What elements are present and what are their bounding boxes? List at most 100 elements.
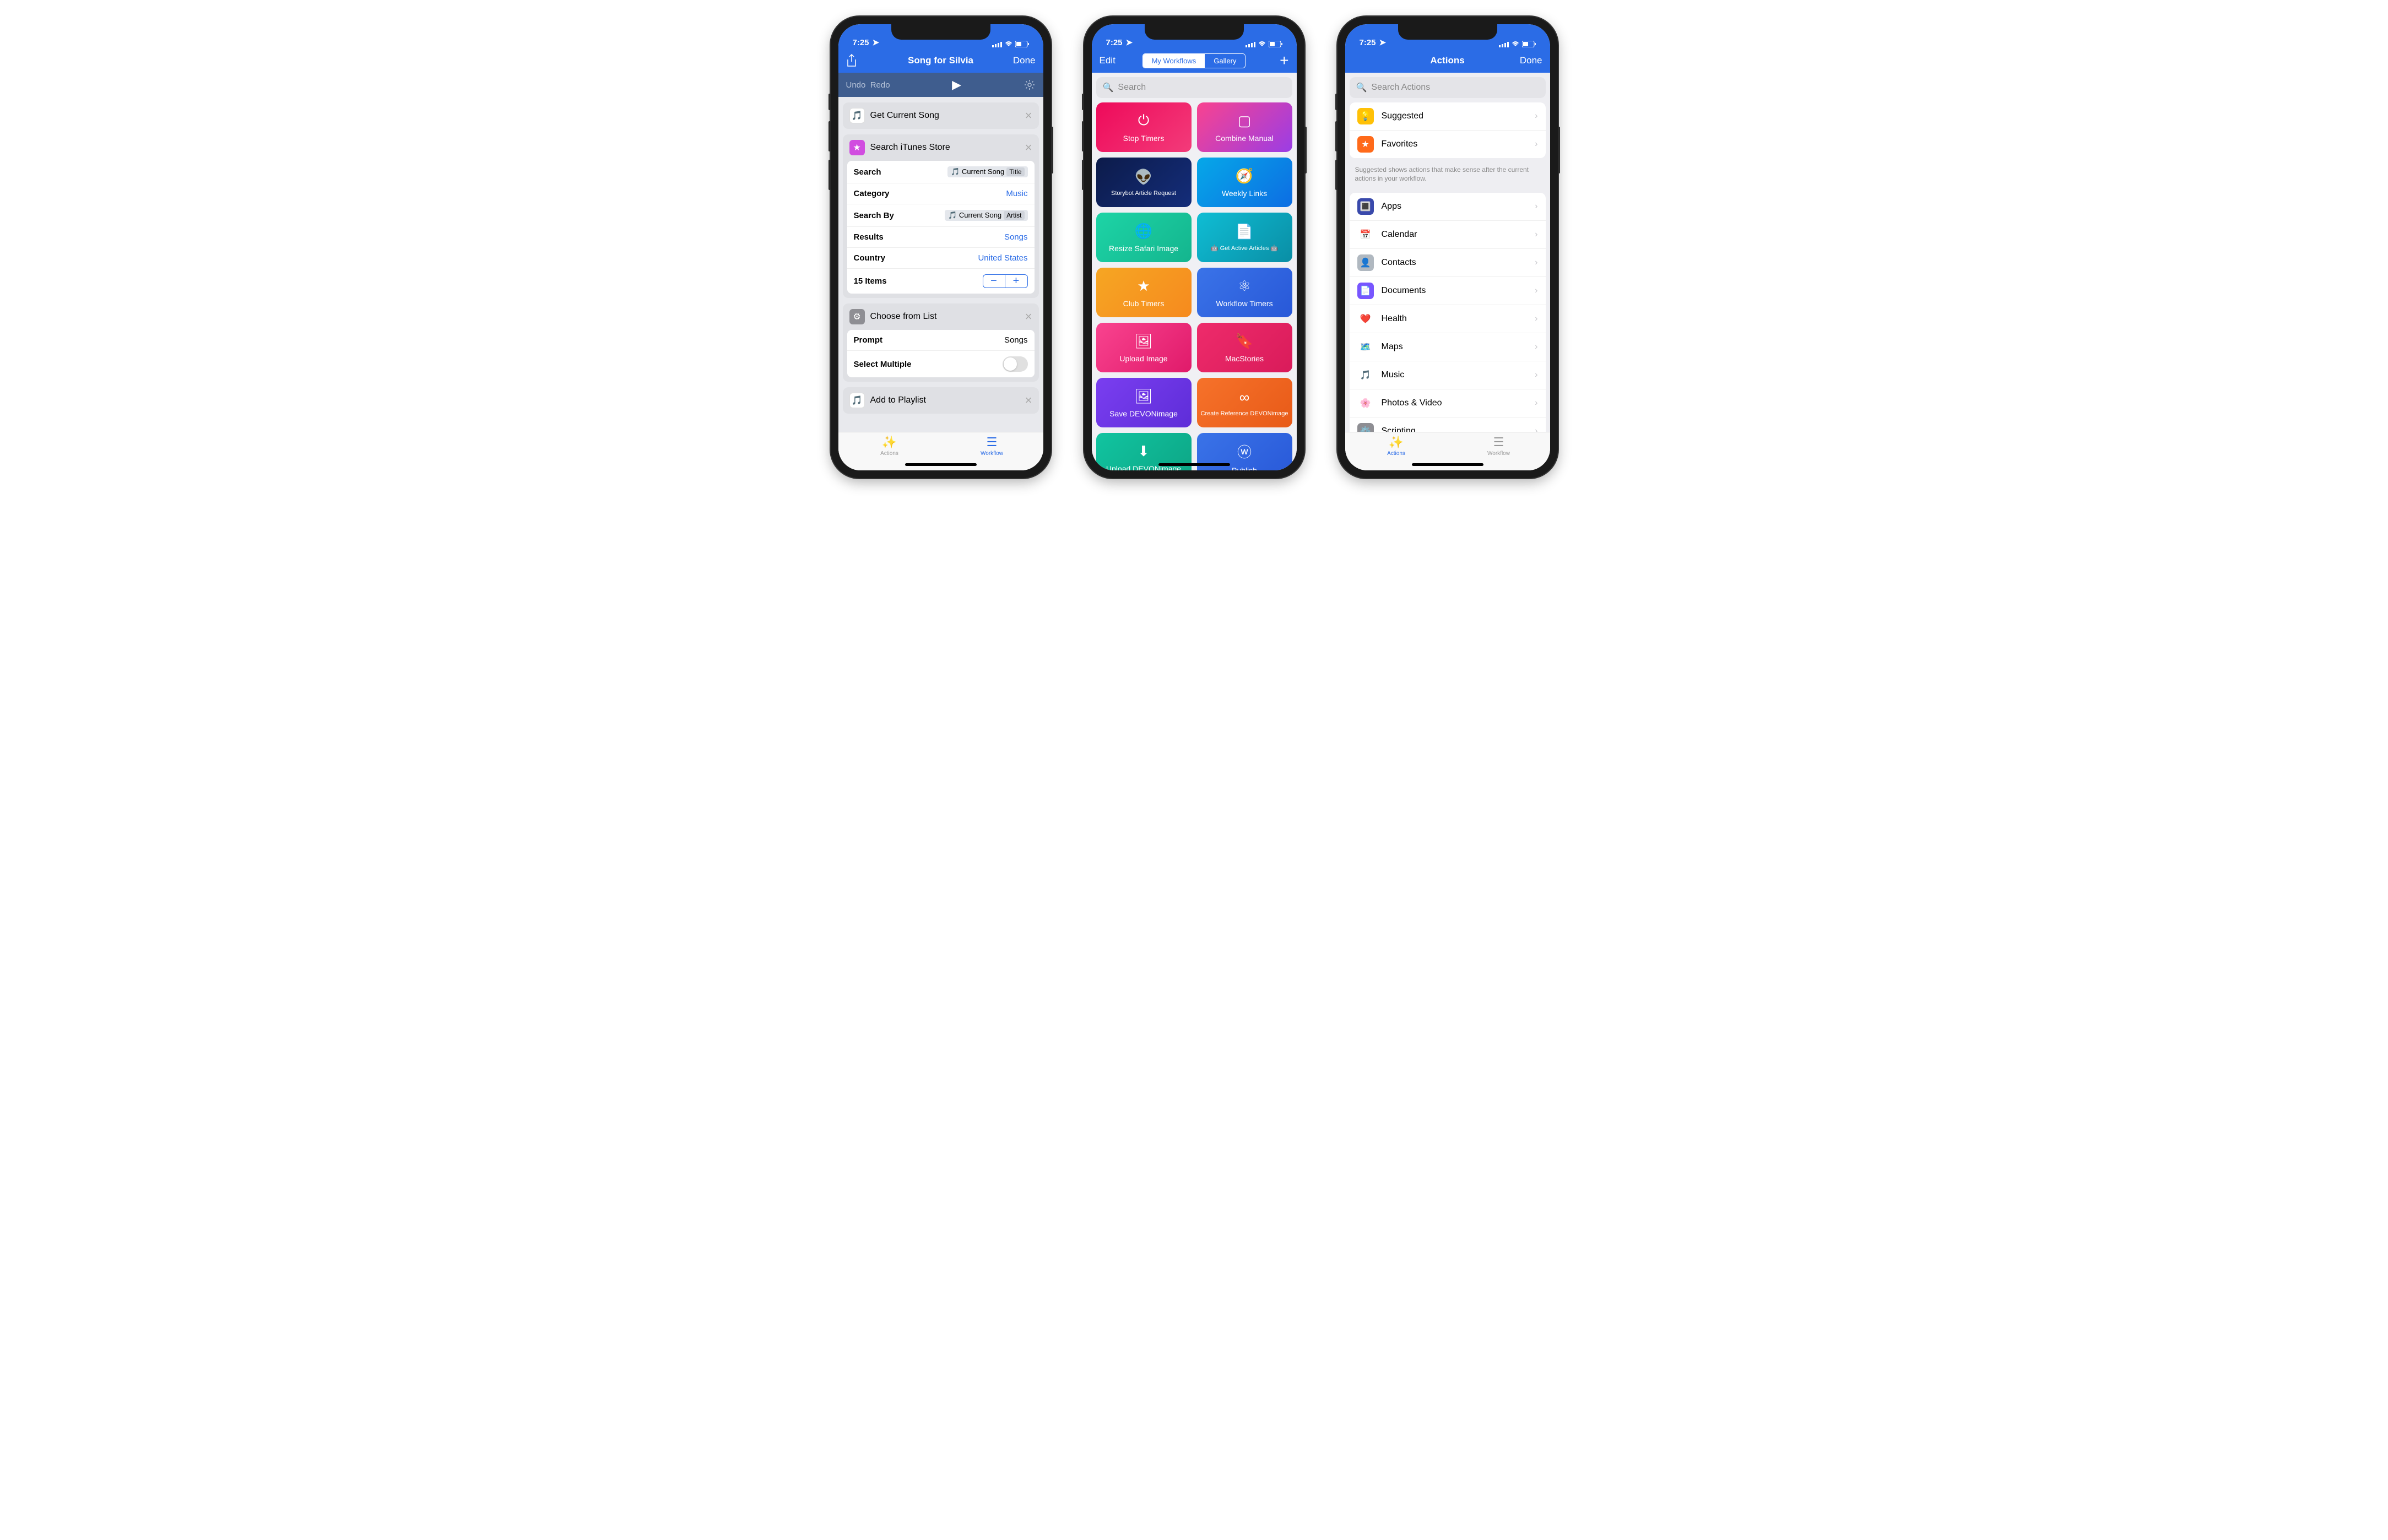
- search-input[interactable]: 🔍Search: [1096, 77, 1292, 98]
- tab-workflow[interactable]: ☰Workflow: [941, 432, 1043, 459]
- status-time: 7:25: [1106, 38, 1123, 47]
- status-time: 7:25: [1360, 38, 1376, 47]
- list-item[interactable]: ★Favorites›: [1350, 131, 1546, 158]
- action-row[interactable]: CategoryMusic: [847, 183, 1035, 204]
- action-row[interactable]: PromptSongs: [847, 330, 1035, 351]
- workflow-tile[interactable]: 🖼Save DEVONimage: [1096, 378, 1192, 427]
- workflow-tile[interactable]: 🖼Upload Image: [1096, 323, 1192, 372]
- row-label: Results: [854, 232, 884, 242]
- close-icon[interactable]: ×: [1025, 109, 1032, 123]
- nav-bar: Song for Silvia Done: [838, 48, 1043, 73]
- list-label: Scripting: [1382, 426, 1528, 432]
- chevron-right-icon: ›: [1535, 139, 1537, 149]
- segment-gallery[interactable]: Gallery: [1205, 54, 1245, 68]
- tile-label: MacStories: [1222, 354, 1267, 363]
- token[interactable]: 🎵 Current Song Artist: [945, 210, 1027, 221]
- tab-workflow[interactable]: ☰Workflow: [1448, 432, 1550, 459]
- undo-button[interactable]: Undo: [846, 80, 866, 90]
- location-icon: ➤: [873, 37, 880, 47]
- list-item[interactable]: 📄Documents›: [1350, 277, 1546, 305]
- chevron-right-icon: ›: [1535, 286, 1537, 296]
- workflow-tile[interactable]: ⏻Stop Timers: [1096, 102, 1192, 152]
- workflow-tile[interactable]: ▢ Combine Manual: [1197, 102, 1292, 152]
- star-icon: ★: [1137, 278, 1150, 295]
- close-icon[interactable]: ×: [1025, 393, 1032, 408]
- toggle-switch[interactable]: [1003, 356, 1028, 372]
- chevron-right-icon: ›: [1535, 202, 1537, 212]
- close-icon[interactable]: ×: [1025, 310, 1032, 324]
- action-row[interactable]: Search By🎵 Current Song Artist: [847, 204, 1035, 227]
- workflow-tile[interactable]: 📄🤖 Get Active Articles 🤖: [1197, 213, 1292, 262]
- action-row[interactable]: Results Songs: [847, 227, 1035, 248]
- category-icon: 🌸: [1357, 395, 1374, 411]
- segment-my-workflows[interactable]: My Workflows: [1143, 54, 1205, 68]
- row-value[interactable]: United States: [978, 253, 1027, 263]
- tile-label: Combine Manual: [1212, 134, 1277, 143]
- list-item[interactable]: 🌸Photos & Video›: [1350, 389, 1546, 417]
- list-item[interactable]: ⚙️Scripting›: [1350, 417, 1546, 432]
- home-indicator[interactable]: [1412, 463, 1483, 466]
- row-value[interactable]: Songs: [1004, 232, 1028, 242]
- list-item[interactable]: 👤Contacts›: [1350, 249, 1546, 277]
- status-icons: [992, 41, 1029, 47]
- workflow-tile[interactable]: 🧭Weekly Links: [1197, 158, 1292, 207]
- home-indicator[interactable]: [905, 463, 977, 466]
- action-card[interactable]: ★Search iTunes Store×Search🎵 Current Son…: [843, 134, 1039, 298]
- tile-label: Storybot Article Request: [1108, 190, 1179, 197]
- token[interactable]: 🎵 Current Song Title: [947, 166, 1027, 177]
- action-row[interactable]: 15 Items−+: [847, 269, 1035, 294]
- bookmark-icon: 🔖: [1236, 333, 1253, 350]
- list-item[interactable]: 🎵Music›: [1350, 361, 1546, 389]
- edit-button[interactable]: Edit: [1100, 55, 1133, 66]
- workflow-content[interactable]: 🎵Get Current Song× ★Search iTunes Store×S…: [838, 97, 1043, 432]
- tile-label: Stop Timers: [1120, 134, 1168, 143]
- action-row[interactable]: Select Multiple: [847, 351, 1035, 377]
- row-value: Songs: [1004, 335, 1028, 345]
- tab-actions[interactable]: ✨Actions: [838, 432, 941, 459]
- chevron-right-icon: ›: [1535, 426, 1537, 432]
- tile-label: Weekly Links: [1219, 189, 1270, 198]
- action-card[interactable]: 🎵Get Current Song×: [843, 102, 1039, 129]
- workflow-tile[interactable]: ★Club Timers: [1096, 268, 1192, 317]
- list-item[interactable]: 💡Suggested›: [1350, 102, 1546, 131]
- action-row[interactable]: CountryUnited States: [847, 248, 1035, 269]
- done-button[interactable]: Done: [1003, 55, 1036, 66]
- share-button[interactable]: [846, 54, 879, 67]
- atom-icon: ⚛: [1238, 278, 1250, 295]
- tile-label: Create Reference DEVONimage: [1198, 410, 1292, 417]
- list-label: Health: [1382, 314, 1528, 324]
- wand-icon: ✨: [1389, 435, 1404, 449]
- close-icon[interactable]: ×: [1025, 140, 1032, 155]
- row-value[interactable]: Music: [1006, 189, 1027, 198]
- category-icon: 🔳: [1357, 198, 1374, 215]
- workflows-content[interactable]: 🔍Search ⏻Stop Timers ▢ Combine Manual 👽Stor…: [1092, 73, 1297, 470]
- add-button[interactable]: +: [1256, 52, 1289, 69]
- list-item[interactable]: ❤️Health›: [1350, 305, 1546, 333]
- action-row[interactable]: Search🎵 Current Song Title: [847, 161, 1035, 183]
- tab-actions[interactable]: ✨Actions: [1345, 432, 1448, 459]
- done-button[interactable]: Done: [1509, 55, 1542, 66]
- quantity-stepper[interactable]: −+: [983, 274, 1028, 288]
- workflow-tile[interactable]: 🌐Resize Safari Image: [1096, 213, 1192, 262]
- action-card[interactable]: 🎵Add to Playlist×: [843, 387, 1039, 414]
- workflow-tile[interactable]: 👽Storybot Article Request: [1096, 158, 1192, 207]
- list-item[interactable]: 🔳Apps›: [1350, 193, 1546, 221]
- category-icon: 🗺️: [1357, 339, 1374, 355]
- list-item[interactable]: 🗺️Maps›: [1350, 333, 1546, 361]
- redo-button[interactable]: Redo: [870, 80, 890, 90]
- square-icon: ▢: [1238, 112, 1252, 129]
- image-icon: 🖼: [1134, 333, 1152, 350]
- workflow-tile[interactable]: ⚛Workflow Timers: [1197, 268, 1292, 317]
- settings-button[interactable]: [1024, 79, 1036, 91]
- list-item[interactable]: 📅Calendar›: [1350, 221, 1546, 249]
- search-input[interactable]: 🔍Search Actions: [1350, 77, 1546, 98]
- workflow-tile[interactable]: ∞Create Reference DEVONimage: [1197, 378, 1292, 427]
- star-icon: ★: [849, 140, 865, 155]
- play-button[interactable]: ▶: [890, 78, 1024, 92]
- action-card[interactable]: ⚙Choose from List×PromptSongsSelect Mult…: [843, 303, 1039, 382]
- status-time: 7:25: [853, 38, 869, 47]
- workflow-tile[interactable]: 🔖 MacStories: [1197, 323, 1292, 372]
- list-label: Music: [1382, 370, 1528, 380]
- actions-content[interactable]: 🔍Search Actions 💡Suggested›★Favorites› S…: [1345, 73, 1550, 432]
- home-indicator[interactable]: [1158, 463, 1230, 466]
